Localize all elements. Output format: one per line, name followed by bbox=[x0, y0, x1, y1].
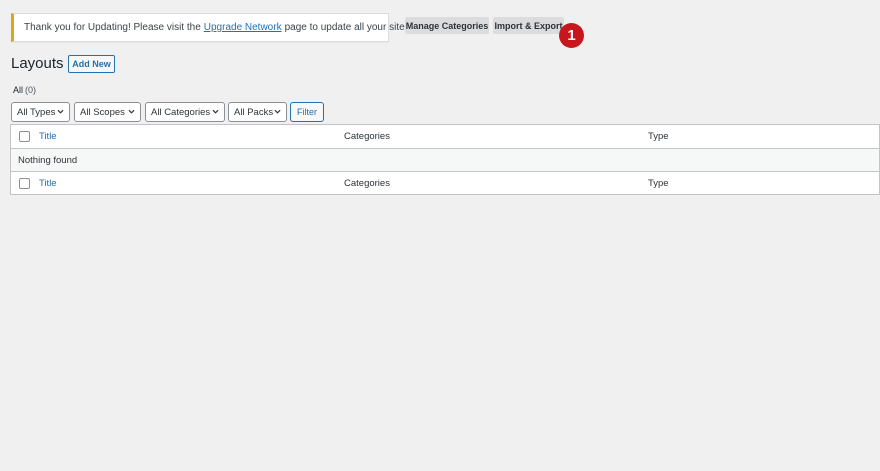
filter-button[interactable]: Filter bbox=[290, 102, 324, 122]
scopes-select-value: All Scopes bbox=[80, 106, 125, 118]
select-all-checkbox-footer[interactable] bbox=[19, 178, 30, 189]
add-new-button[interactable]: Add New bbox=[68, 55, 115, 73]
table-footer-row: Title Categories Type bbox=[11, 172, 879, 195]
scopes-select[interactable]: All Scopes bbox=[74, 102, 141, 122]
types-select-value: All Types bbox=[17, 106, 56, 118]
select-all-checkbox[interactable] bbox=[19, 131, 30, 142]
notice-text-before: Thank you for Updating! Please visit the bbox=[24, 22, 201, 33]
update-notice: Thank you for Updating! Please visit the… bbox=[11, 13, 412, 42]
types-select[interactable]: All Types bbox=[11, 102, 70, 122]
column-header-categories: Categories bbox=[344, 131, 390, 142]
chevron-down-icon bbox=[128, 109, 135, 114]
manage-categories-button[interactable]: Manage Categories bbox=[405, 17, 489, 34]
column-footer-categories: Categories bbox=[344, 178, 390, 189]
layouts-page: Thank you for Updating! Please visit the… bbox=[0, 0, 880, 471]
view-all-label: All bbox=[13, 85, 24, 95]
column-footer-title[interactable]: Title bbox=[39, 178, 57, 189]
column-header-type: Type bbox=[648, 131, 669, 142]
categories-select-value: All Categories bbox=[151, 106, 211, 118]
empty-message: Nothing found bbox=[18, 154, 78, 166]
import-export-button[interactable]: Import & Export bbox=[493, 17, 564, 34]
categories-select[interactable]: All Categories bbox=[145, 102, 225, 122]
packs-select-value: All Packs bbox=[234, 106, 274, 118]
column-footer-type: Type bbox=[648, 178, 669, 189]
chevron-down-icon bbox=[212, 109, 219, 114]
notice-text-after: page to update all your sites. bbox=[284, 22, 413, 33]
chevron-down-icon bbox=[274, 109, 281, 114]
chevron-down-icon bbox=[57, 109, 64, 114]
table-header-row: Title Categories Type bbox=[11, 125, 879, 149]
upgrade-network-link[interactable]: Upgrade Network bbox=[204, 22, 282, 33]
view-all-count: (0) bbox=[25, 85, 37, 95]
packs-select[interactable]: All Packs bbox=[228, 102, 287, 122]
column-header-title[interactable]: Title bbox=[39, 131, 57, 142]
table-empty-row: Nothing found bbox=[11, 149, 879, 172]
view-filter-all[interactable]: All (0) bbox=[13, 85, 36, 95]
layouts-table: Title Categories Type Nothing found Titl… bbox=[10, 124, 880, 195]
page-title: Layouts bbox=[11, 55, 64, 72]
step-number-badge: 1 bbox=[559, 23, 584, 48]
